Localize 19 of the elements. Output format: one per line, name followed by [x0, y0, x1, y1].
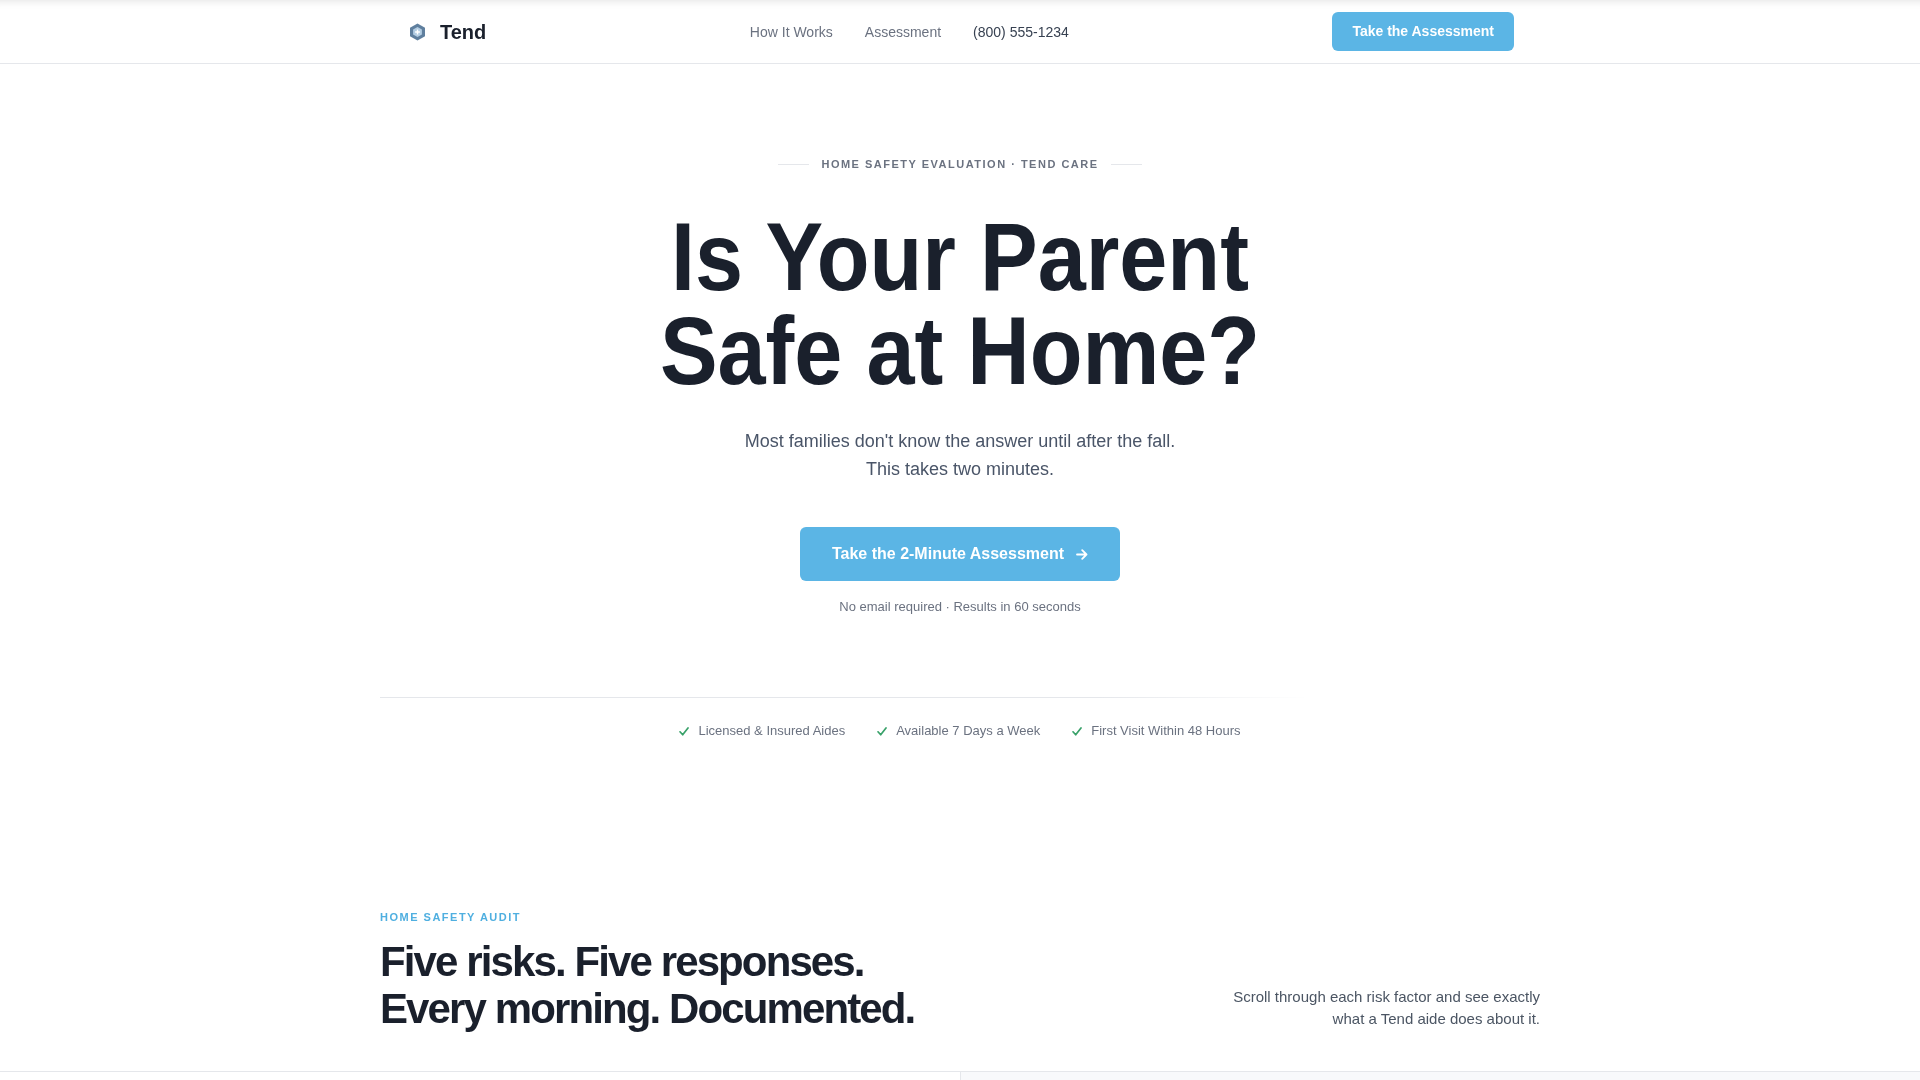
- trust-point-text: Licensed & Insured Aides: [698, 722, 846, 740]
- phone-link[interactable]: (800) 555-1234: [973, 21, 1069, 42]
- nav-link[interactable]: How It Works: [749, 21, 833, 42]
- trust-point-text: Available 7 Days a Week: [896, 722, 1041, 740]
- check-icon: [679, 726, 690, 736]
- hexagon-logo-icon: [409, 22, 426, 41]
- section-description: Scroll through each risk factor and see exactly what a Tend aide does about it.: [1232, 987, 1540, 1029]
- section-headline: Five risks. Five responses. Every morning. Documented.: [380, 938, 916, 1032]
- brand-name[interactable]: Tend: [440, 19, 487, 44]
- nav-link[interactable]: Assessment: [864, 21, 942, 42]
- arrow-right-icon: [1076, 548, 1089, 560]
- section-eyebrow: HOME SAFETY AUDIT: [380, 910, 522, 925]
- check-icon: [1072, 726, 1083, 736]
- check-icon: [877, 726, 888, 736]
- reassurance-note: No email required · Results in 60 seconds: [839, 598, 1081, 616]
- hero-subtitle: Most families don't know the answer until after the fall. This takes two minutes.: [743, 430, 1177, 481]
- eyebrow-text: HOME SAFETY EVALUATION · TEND CARE: [821, 157, 1099, 172]
- hero-headline: Is Your Parent Safe at Home?: [658, 210, 1262, 398]
- trust-point-text: First Visit Within 48 Hours: [1091, 722, 1241, 740]
